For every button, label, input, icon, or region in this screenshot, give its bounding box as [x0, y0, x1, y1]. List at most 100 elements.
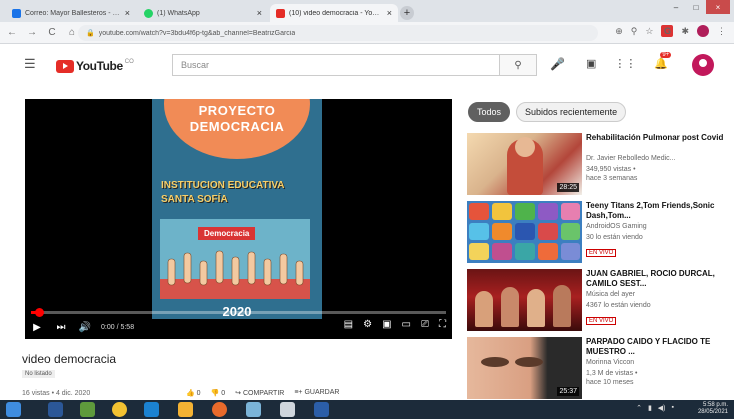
firefox-icon[interactable] — [212, 402, 227, 417]
search-button[interactable]: ⚲ — [499, 54, 537, 76]
subtitles-icon[interactable]: ▤ — [344, 319, 353, 330]
mail-favicon-icon — [12, 8, 21, 18]
windows-taskbar: ⌃ ▮ ◀) ▪ 5:58 p.m. 28/05/2021 — [0, 400, 734, 419]
window-close-icon[interactable]: × — [706, 0, 730, 14]
user-avatar[interactable] — [692, 54, 714, 76]
browser-tabstrip: Correo: Mayor Ballesteros - Out × (1) Wh… — [0, 0, 734, 22]
recommendation-thumbnail[interactable] — [467, 201, 582, 263]
close-icon[interactable]: × — [125, 8, 130, 18]
browser-profile-icon[interactable] — [697, 25, 709, 37]
like-button[interactable]: 👍 0 — [186, 389, 201, 397]
back-icon[interactable]: ← — [4, 27, 20, 38]
video-frame-artwork: PROYECTO DEMOCRACIA INSTITUCION EDUCATIV… — [152, 99, 322, 319]
chip-all[interactable]: Todos — [468, 102, 511, 122]
people-icon[interactable] — [48, 402, 63, 417]
language-icon[interactable]: ▪ — [672, 404, 674, 412]
thumbnail-eye — [481, 357, 509, 367]
media-player-icon[interactable] — [80, 402, 95, 417]
puzzle-icon[interactable]: ✱ — [681, 26, 689, 37]
clock-date: 28/05/2021 — [697, 409, 728, 415]
volume-tray-icon[interactable]: ◀) — [658, 404, 666, 412]
recommendation-title[interactable]: PARPADO CAIDO Y FLACIDO TE MUESTRO ... — [586, 337, 726, 357]
forward-icon[interactable]: → — [24, 27, 40, 38]
create-video-icon[interactable]: ▣ — [586, 57, 596, 70]
word-icon[interactable] — [314, 402, 329, 417]
thumbnail-eye — [515, 357, 543, 367]
recommendation-title[interactable]: Rehabilitación Pulmonar post Covid — [586, 133, 726, 143]
recommendation-title[interactable]: Teeny Titans 2,Tom Friends,Sonic Dash,To… — [586, 201, 726, 221]
recommendation-channel[interactable]: Morinna Viccon — [586, 359, 634, 366]
tab-whatsapp[interactable]: (1) WhatsApp × — [138, 4, 268, 22]
miniplayer-icon[interactable]: ▣ — [382, 319, 391, 330]
voice-search-icon[interactable]: 🎤 — [550, 57, 565, 71]
maximize-icon[interactable]: □ — [686, 0, 706, 14]
recommendation-item[interactable]: JUAN GABRIEL, ROCIO DURCAL, CAMILO SEST.… — [467, 269, 727, 333]
chip-recently-uploaded[interactable]: Subidos recientemente — [516, 102, 627, 122]
video-progress-bar[interactable] — [31, 308, 446, 317]
photos-icon[interactable] — [246, 402, 261, 417]
extension-icon[interactable]: ⊕ — [615, 26, 623, 37]
recommendation-item[interactable]: 28:25 Rehabilitación Pulmonar post Covid… — [467, 133, 727, 197]
url-field[interactable]: 🔒 youtube.com/watch?v=3bdu4f6p-tg&ab_cha… — [78, 25, 598, 41]
recommendation-thumbnail[interactable] — [467, 269, 582, 331]
recommendation-item[interactable]: 25:37 PARPADO CAIDO Y FLACIDO TE MUESTRO… — [467, 337, 727, 401]
video-player[interactable]: PROYECTO DEMOCRACIA INSTITUCION EDUCATIV… — [25, 99, 452, 339]
edge-icon[interactable] — [144, 402, 159, 417]
share-button[interactable]: ↪ COMPARTIR — [235, 389, 284, 397]
apps-grid-icon[interactable]: ⋮⋮ — [614, 57, 636, 70]
thumbnail-figure — [553, 285, 571, 327]
windows-start-icon[interactable] — [6, 402, 21, 417]
bookmark-star-icon[interactable]: ☆ — [645, 26, 653, 37]
store-icon[interactable] — [280, 402, 295, 417]
extension-g-icon[interactable]: G — [661, 25, 674, 37]
minimize-icon[interactable]: – — [666, 0, 686, 14]
close-icon[interactable]: × — [387, 8, 392, 18]
tray-arrow-icon[interactable]: ⌃ — [636, 404, 642, 412]
new-tab-button[interactable]: + — [400, 6, 414, 20]
taskbar-clock[interactable]: 5:58 p.m. 28/05/2021 — [698, 402, 728, 416]
dislike-button[interactable]: 👎 0 — [211, 389, 226, 397]
recommendation-thumbnail[interactable]: 25:37 — [467, 337, 582, 399]
url-text: youtube.com/watch?v=3bdu4f6p-tg&ab_chann… — [98, 29, 296, 37]
file-explorer-icon[interactable] — [178, 402, 193, 417]
menu-dots-icon[interactable]: ⋮ — [717, 26, 726, 37]
notifications-bell-icon[interactable]: 🔔 9+ — [654, 52, 672, 70]
network-icon[interactable]: ▮ — [648, 404, 652, 412]
recommendation-title[interactable]: JUAN GABRIEL, ROCIO DURCAL, CAMILO SEST.… — [586, 269, 726, 289]
tab-mail[interactable]: Correo: Mayor Ballesteros - Out × — [6, 4, 136, 22]
recommendation-channel[interactable]: Dr. Javier Rebolledo Medic... — [586, 155, 675, 162]
play-icon[interactable]: ▶ — [25, 322, 49, 333]
save-label: GUARDAR — [304, 389, 340, 396]
recommendation-thumbnail[interactable]: 28:25 — [467, 133, 582, 195]
recommendation-channel[interactable]: Música del ayer — [586, 291, 635, 298]
youtube-logo[interactable]: YouTube CO — [56, 59, 134, 73]
next-icon[interactable]: ⏭ — [49, 322, 73, 333]
settings-gear-icon[interactable]: ⚙ — [363, 319, 372, 330]
reload-icon[interactable]: C — [44, 27, 60, 38]
duration-badge: 28:25 — [557, 183, 579, 192]
volume-icon[interactable]: 🔊 — [73, 322, 97, 333]
clock-time: 5:58 p.m. — [702, 402, 728, 408]
raised-hands-illustration — [160, 250, 310, 299]
artwork-illustration: Democracia — [160, 219, 310, 299]
theater-mode-icon[interactable]: ▭ — [402, 319, 411, 330]
video-progress-knob[interactable] — [35, 308, 45, 317]
recommendation-item[interactable]: Teeny Titans 2,Tom Friends,Sonic Dash,To… — [467, 201, 727, 265]
search-input[interactable]: Buscar — [172, 54, 499, 76]
like-count: 0 — [196, 390, 201, 397]
chrome-icon[interactable] — [112, 402, 127, 417]
zoom-icon[interactable]: ⚲ — [631, 26, 638, 37]
save-button[interactable]: ≡+ GUARDAR — [294, 389, 339, 397]
whatsapp-favicon-icon — [144, 8, 153, 18]
cast-icon[interactable]: ⎚ — [421, 319, 429, 330]
recommendation-channel[interactable]: AndroidOS Gaming — [586, 223, 647, 230]
recommendation-age: hace 3 semanas — [586, 175, 638, 182]
fullscreen-icon[interactable]: ⛶ — [439, 319, 446, 330]
video-title: video democracia — [22, 352, 117, 366]
tab-whatsapp-label: (1) WhatsApp — [157, 9, 200, 17]
artwork-institution-line1: INSTITUCION EDUCATIVA — [161, 180, 285, 191]
close-icon[interactable]: × — [257, 8, 262, 18]
youtube-logo-text: YouTube — [76, 59, 123, 73]
hamburger-menu-icon[interactable]: ☰ — [24, 57, 38, 70]
tab-youtube[interactable]: (10) video democracia - YouTube × — [270, 4, 398, 22]
